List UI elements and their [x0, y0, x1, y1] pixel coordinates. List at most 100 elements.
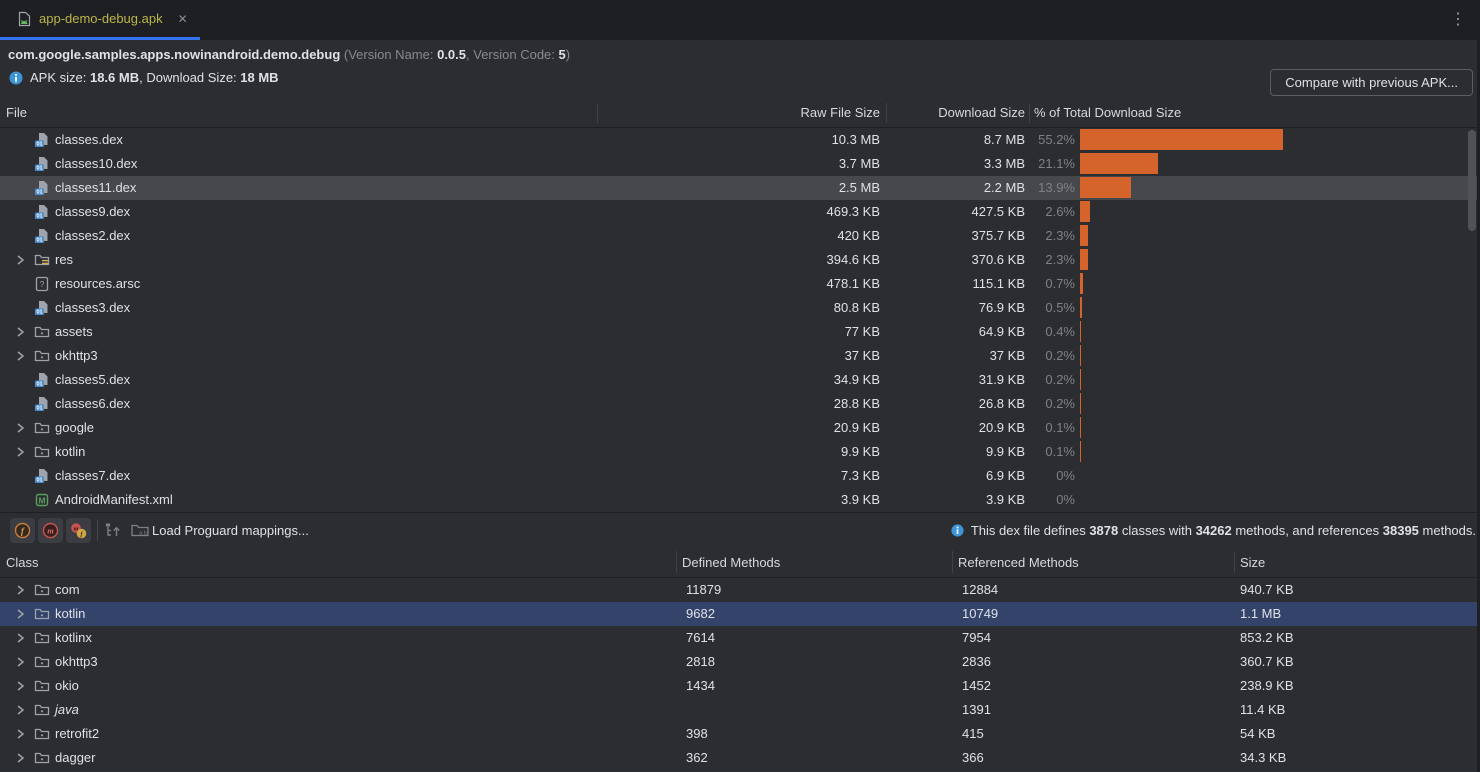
chevron-right-icon[interactable] — [12, 630, 28, 646]
download-size-value: 370.6 KB — [972, 252, 1026, 268]
show-methods-toggle[interactable]: m — [38, 518, 63, 543]
file-name: res — [55, 252, 73, 268]
column-header-size[interactable]: Size — [1240, 555, 1265, 570]
file-name: google — [55, 420, 94, 436]
class-table-row[interactable]: com 11879 12884 940.7 KB — [0, 578, 1480, 602]
percent-of-total-value: 2.3% — [1045, 228, 1075, 244]
class-table-row[interactable]: okhttp3 2818 2836 360.7 KB — [0, 650, 1480, 674]
file-table-row[interactable]: 01 classes9.dex 469.3 KB 427.5 KB 2.6% — [0, 200, 1480, 224]
chevron-right-icon[interactable] — [12, 726, 28, 742]
column-header-download-size[interactable]: Download Size — [938, 105, 1025, 120]
raw-file-size-value: 3.9 KB — [841, 492, 880, 508]
size-value: 54 KB — [1240, 726, 1275, 742]
file-table-row[interactable]: assets 77 KB 64.9 KB 0.4% — [0, 320, 1480, 344]
tab-app-demo-debug-apk[interactable]: app-demo-debug.apk ✕ — [0, 0, 200, 40]
svg-text:a.b: a.b — [139, 531, 147, 537]
referenced-methods-value: 10749 — [962, 606, 998, 622]
class-table-row[interactable]: dagger 362 366 34.3 KB — [0, 746, 1480, 770]
show-referenced-nodes-toggle[interactable]: mf — [66, 518, 91, 543]
file-table-row[interactable]: ? resources.arsc 478.1 KB 115.1 KB 0.7% — [0, 272, 1480, 296]
file-name: AndroidManifest.xml — [55, 492, 173, 508]
download-size-value: 115.1 KB — [972, 276, 1025, 292]
file-table-row[interactable]: 01 classes7.dex 7.3 KB 6.9 KB 0% — [0, 464, 1480, 488]
file-table-row[interactable]: 01 classes11.dex 2.5 MB 2.2 MB 13.9% — [0, 176, 1480, 200]
package-line: com.google.samples.apps.nowinandroid.dem… — [8, 47, 570, 62]
chevron-right-icon[interactable] — [12, 654, 28, 670]
chevron-right-icon[interactable] — [12, 444, 28, 460]
kebab-menu-icon[interactable]: ⋮ — [1450, 9, 1466, 29]
class-table-row[interactable]: kotlin 9682 10749 1.1 MB — [0, 602, 1480, 626]
referenced-methods-value: 1452 — [962, 678, 991, 694]
download-size-value: 2.2 MB — [984, 180, 1025, 196]
file-name: okhttp3 — [55, 348, 98, 364]
percent-bar — [1080, 273, 1083, 294]
column-header-percent-of-total[interactable]: % of Total Download Size — [1034, 105, 1181, 120]
dex-viewer-toolbar: f m mf a.b Load Proguard mappings... Thi… — [0, 512, 1480, 548]
file-table-row[interactable]: google 20.9 KB 20.9 KB 0.1% — [0, 416, 1480, 440]
flatten-packages-icon[interactable]: a.b — [130, 521, 150, 542]
class-table-row[interactable]: java 1391 11.4 KB — [0, 698, 1480, 722]
apk-analyzer-window: app-demo-debug.apk ✕ ⋮ com.google.sample… — [0, 0, 1480, 772]
file-name: classes6.dex — [55, 396, 130, 412]
folder-icon — [34, 348, 50, 364]
file-table-row[interactable]: res 394.6 KB 370.6 KB 2.3% — [0, 248, 1480, 272]
defined-methods-value: 398 — [686, 726, 708, 742]
raw-file-size-value: 37 KB — [845, 348, 880, 364]
class-table-row[interactable]: kotlinx 7614 7954 853.2 KB — [0, 626, 1480, 650]
svg-text:?: ? — [40, 279, 45, 289]
file-table-row[interactable]: kotlin 9.9 KB 9.9 KB 0.1% — [0, 440, 1480, 464]
close-icon[interactable]: ✕ — [178, 13, 188, 25]
file-name: classes11.dex — [55, 180, 136, 196]
size-value: 940.7 KB — [1240, 582, 1294, 598]
class-table-row[interactable]: retrofit2 398 415 54 KB — [0, 722, 1480, 746]
download-size-value: 26.8 KB — [979, 396, 1025, 412]
info-icon — [8, 70, 24, 89]
file-table-header: File Raw File Size Download Size % of To… — [0, 99, 1480, 128]
file-table-row[interactable]: 01 classes2.dex 420 KB 375.7 KB 2.3% — [0, 224, 1480, 248]
size-value: 360.7 KB — [1240, 654, 1294, 670]
chevron-right-icon[interactable] — [12, 750, 28, 766]
file-table-row[interactable]: M AndroidManifest.xml 3.9 KB 3.9 KB 0% — [0, 488, 1480, 512]
chevron-right-icon[interactable] — [12, 252, 28, 268]
percent-of-total-value: 2.3% — [1045, 252, 1075, 268]
chevron-right-icon[interactable] — [12, 678, 28, 694]
show-fields-toggle[interactable]: f — [10, 518, 35, 543]
file-table-row[interactable]: 01 classes6.dex 28.8 KB 26.8 KB 0.2% — [0, 392, 1480, 416]
download-size-label: , Download Size: — [139, 70, 240, 85]
dex-file-icon: 01 — [34, 204, 50, 220]
file-table-row[interactable]: 01 classes3.dex 80.8 KB 76.9 KB 0.5% — [0, 296, 1480, 320]
load-proguard-mappings-action[interactable]: Load Proguard mappings... — [152, 523, 309, 538]
chevron-right-icon[interactable] — [12, 606, 28, 622]
class-name: dagger — [55, 750, 95, 766]
column-header-file[interactable]: File — [6, 105, 27, 120]
class-name: java — [55, 702, 79, 718]
column-header-referenced-methods[interactable]: Referenced Methods — [958, 555, 1079, 570]
file-table-row[interactable]: okhttp3 37 KB 37 KB 0.2% — [0, 344, 1480, 368]
file-name: classes5.dex — [55, 372, 130, 388]
file-table-row[interactable]: 01 classes5.dex 34.9 KB 31.9 KB 0.2% — [0, 368, 1480, 392]
column-header-raw-file-size[interactable]: Raw File Size — [801, 105, 880, 120]
column-divider — [676, 551, 677, 573]
vertical-scrollbar[interactable] — [1468, 130, 1476, 231]
percent-of-total-value: 0.2% — [1045, 372, 1075, 388]
file-name: classes10.dex — [55, 156, 137, 172]
compare-with-previous-apk-button[interactable]: Compare with previous APK... — [1270, 69, 1473, 96]
column-header-class[interactable]: Class — [6, 555, 39, 570]
referenced-methods-value: 415 — [962, 726, 984, 742]
class-table-row[interactable]: okio 1434 1452 238.9 KB — [0, 674, 1480, 698]
chevron-right-icon[interactable] — [12, 420, 28, 436]
chevron-right-icon[interactable] — [12, 324, 28, 340]
file-table-row[interactable]: 01 classes.dex 10.3 MB 8.7 MB 55.2% — [0, 128, 1480, 152]
svg-text:01: 01 — [36, 238, 42, 244]
expand-all-icon[interactable] — [104, 521, 122, 542]
file-table-row[interactable]: 01 classes10.dex 3.7 MB 3.3 MB 21.1% — [0, 152, 1480, 176]
dex-referenced-methods-count: 38395 — [1383, 523, 1419, 538]
folder-icon — [34, 420, 50, 436]
class-table: com 11879 12884 940.7 KB kotlin 9682 107… — [0, 578, 1480, 770]
column-header-defined-methods[interactable]: Defined Methods — [682, 555, 780, 570]
svg-text:01: 01 — [36, 142, 42, 148]
chevron-right-icon[interactable] — [12, 348, 28, 364]
file-name: classes7.dex — [55, 468, 130, 484]
chevron-right-icon[interactable] — [12, 582, 28, 598]
chevron-right-icon[interactable] — [12, 702, 28, 718]
